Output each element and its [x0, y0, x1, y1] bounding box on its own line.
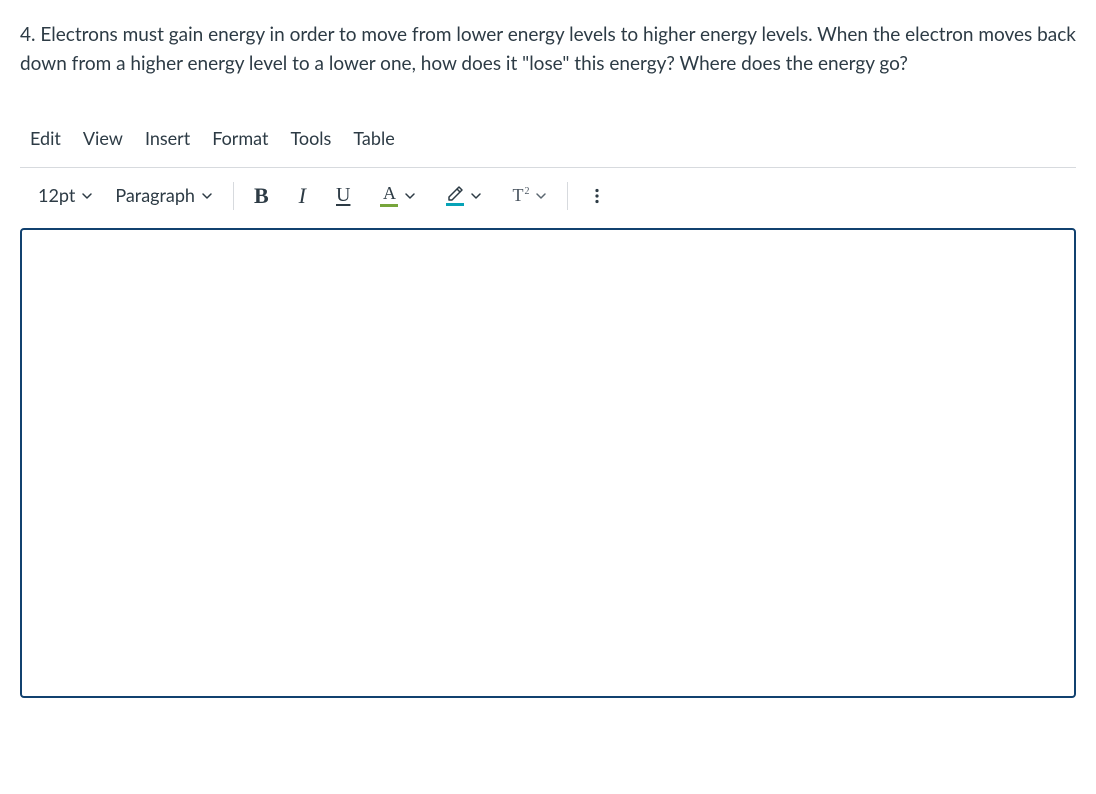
toolbar-divider	[567, 182, 568, 210]
menu-format[interactable]: Format	[212, 125, 268, 153]
menu-tools[interactable]: Tools	[290, 125, 331, 153]
highlight-color-underline	[446, 203, 464, 206]
question-text: 4. Electrons must gain energy in order t…	[20, 20, 1076, 79]
text-color-icon: A	[380, 184, 398, 207]
underline-button[interactable]: U	[328, 178, 358, 214]
chevron-down-icon	[404, 190, 416, 202]
menu-table[interactable]: Table	[353, 125, 394, 153]
highlight-icon	[446, 185, 464, 206]
chevron-down-icon	[470, 190, 482, 202]
chevron-down-icon	[535, 190, 547, 202]
text-style-group: B I U A	[246, 178, 555, 214]
toolbar-divider	[233, 182, 234, 210]
chevron-down-icon	[81, 190, 93, 202]
superscript-dropdown[interactable]: T2	[504, 178, 555, 214]
italic-icon: I	[299, 179, 306, 213]
bold-icon: B	[254, 179, 269, 213]
bold-button[interactable]: B	[246, 178, 277, 214]
rich-text-editor: Edit View Insert Format Tools Table 12pt…	[20, 117, 1076, 706]
text-color-underline	[380, 204, 398, 207]
answer-textarea[interactable]	[20, 228, 1076, 698]
menu-insert[interactable]: Insert	[145, 125, 190, 153]
block-format-value: Paragraph	[115, 182, 195, 210]
more-options-button[interactable]	[580, 178, 614, 214]
editor-toolbar: 12pt Paragraph B I U A	[20, 168, 1076, 224]
menu-edit[interactable]: Edit	[30, 125, 61, 153]
superscript-icon: T2	[512, 182, 529, 210]
vertical-dots-icon	[588, 187, 606, 205]
menu-view[interactable]: View	[83, 125, 123, 153]
underline-icon: U	[336, 180, 350, 211]
highlight-color-dropdown[interactable]	[438, 178, 490, 214]
editor-menubar: Edit View Insert Format Tools Table	[20, 117, 1076, 168]
block-format-dropdown[interactable]: Paragraph	[107, 178, 221, 214]
font-size-value: 12pt	[38, 182, 75, 210]
italic-button[interactable]: I	[291, 178, 314, 214]
font-size-dropdown[interactable]: 12pt	[30, 178, 101, 214]
chevron-down-icon	[201, 190, 213, 202]
text-color-dropdown[interactable]: A	[372, 178, 424, 214]
